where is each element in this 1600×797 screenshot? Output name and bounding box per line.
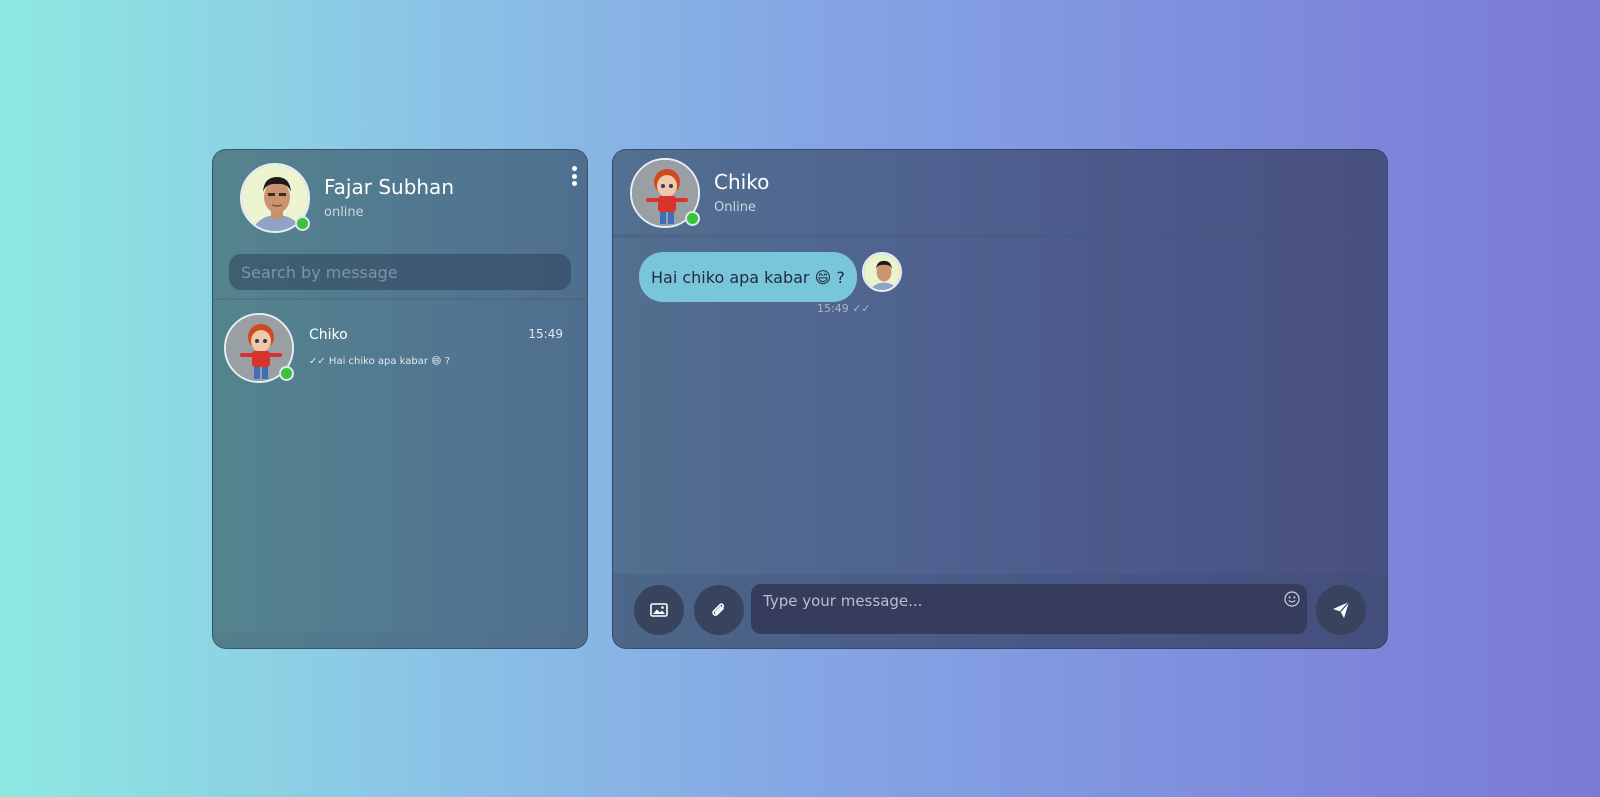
profile-header: Fajar Subhan online <box>213 150 587 250</box>
user-avatar[interactable] <box>240 163 310 233</box>
emoji-icon[interactable] <box>1284 591 1300 607</box>
chat-list-item[interactable]: Chiko 15:49 ✓✓ Hai chiko apa kabar 😄 ? <box>213 305 587 385</box>
chat-item-name: Chiko <box>309 327 348 343</box>
search-input[interactable] <box>229 254 571 290</box>
contact-avatar <box>224 313 294 383</box>
sidebar-footer <box>213 632 587 648</box>
message-composer <box>613 574 1387 648</box>
image-icon <box>650 603 668 617</box>
send-button[interactable] <box>1316 585 1366 635</box>
user-name: Fajar Subhan <box>324 175 454 199</box>
message-input[interactable] <box>751 584 1307 634</box>
online-status-dot <box>295 216 310 231</box>
divider <box>213 298 587 300</box>
paperclip-icon <box>712 603 725 616</box>
chat-item-time: 15:49 <box>528 327 563 341</box>
image-button[interactable] <box>634 585 684 635</box>
message-meta: 15:49 ✓✓ <box>817 302 871 315</box>
chat-header: Chiko Online <box>613 150 1387 238</box>
user-status: online <box>324 205 364 220</box>
kebab-menu-icon[interactable] <box>569 166 579 186</box>
sender-avatar <box>862 252 902 292</box>
contact-avatar[interactable] <box>630 158 700 228</box>
attach-button[interactable] <box>694 585 744 635</box>
contact-name: Chiko <box>714 170 770 194</box>
online-status-dot <box>685 211 700 226</box>
online-status-dot <box>279 366 294 381</box>
divider <box>613 234 1387 238</box>
conversation-sidebar: Fajar Subhan online Search by message Ch… <box>212 149 588 649</box>
send-icon <box>1333 601 1350 618</box>
chat-panel: Chiko Online Hai chiko apa kabar 😄 ? 15:… <box>612 149 1388 649</box>
contact-status: Online <box>714 200 756 215</box>
chat-item-preview: ✓✓ Hai chiko apa kabar 😄 ? <box>309 356 451 367</box>
message-bubble: Hai chiko apa kabar 😄 ? <box>639 252 857 302</box>
